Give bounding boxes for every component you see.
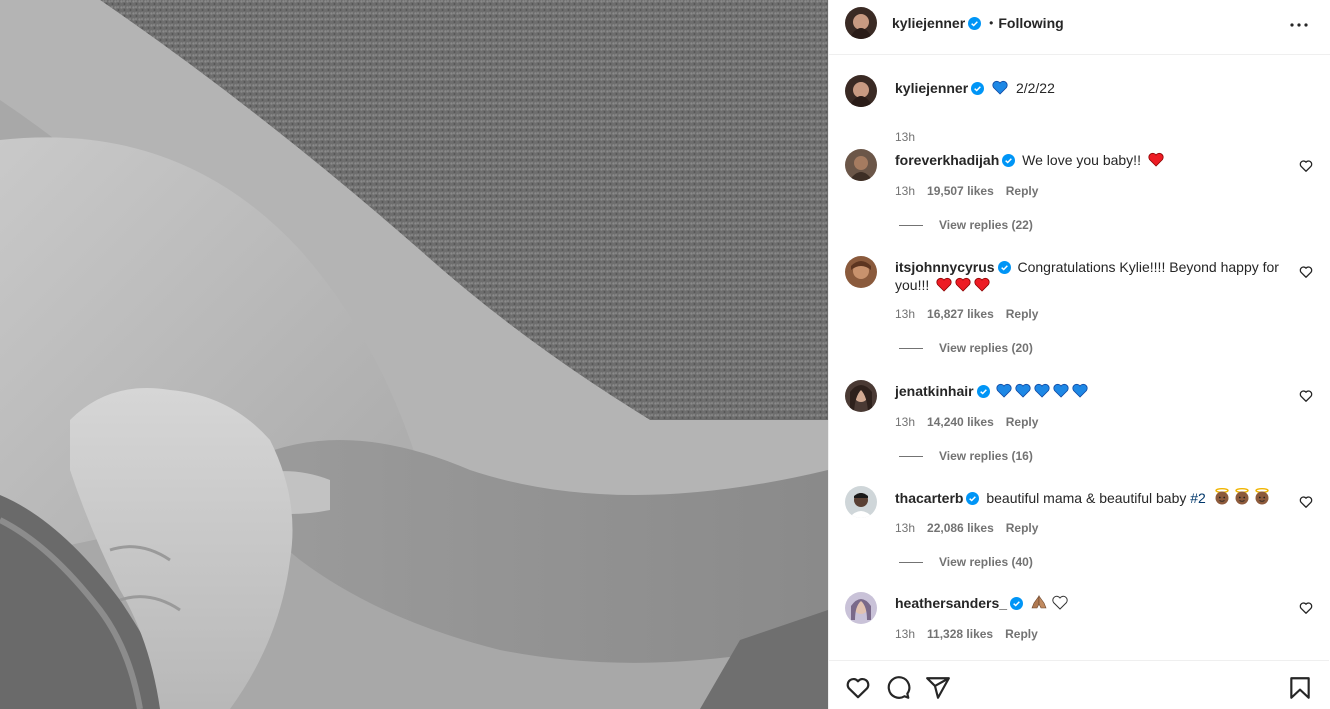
- reply-button[interactable]: Reply: [1006, 184, 1039, 198]
- more-options-icon[interactable]: [1287, 13, 1311, 37]
- like-comment-icon[interactable]: [1299, 159, 1313, 173]
- red-heart-icon: [955, 277, 971, 292]
- baby-angel-icon: [1215, 488, 1229, 505]
- comment-icon[interactable]: [885, 675, 911, 701]
- author-avatar[interactable]: [845, 7, 877, 39]
- view-replies-label: View replies (40): [939, 555, 1033, 569]
- blue-heart-icon: [1053, 383, 1070, 398]
- blue-heart-icon: [996, 383, 1013, 398]
- folded-hands-icon: [1031, 595, 1047, 609]
- comment-username[interactable]: foreverkhadijah: [895, 152, 999, 168]
- comment-likes[interactable]: 19,507 likes: [927, 184, 994, 198]
- blue-heart-icon: [992, 80, 1008, 95]
- verified-badge-icon: [966, 492, 980, 505]
- reply-button[interactable]: Reply: [1006, 415, 1039, 429]
- following-button[interactable]: Following: [998, 15, 1063, 31]
- view-replies-label: View replies (22): [939, 218, 1033, 232]
- comment-item: foreverkhadijah We love you baby!! 13h 1…: [829, 146, 1329, 246]
- baby-angel-icon: [1235, 488, 1249, 505]
- hashtag-link[interactable]: #2: [1190, 490, 1206, 506]
- blue-heart-icon: [1072, 383, 1089, 398]
- verified-badge-icon: [1010, 597, 1024, 610]
- like-comment-icon[interactable]: [1299, 495, 1313, 509]
- verified-badge-icon: [976, 385, 990, 398]
- avatar[interactable]: [845, 149, 877, 181]
- comment-time: 13h: [895, 415, 916, 429]
- comments-list[interactable]: kyliejenner 2/2/22 13h foreverkhadijah W…: [829, 56, 1329, 660]
- verified-badge-icon: [971, 82, 985, 95]
- view-replies-label: View replies (16): [939, 449, 1033, 463]
- comment-likes[interactable]: 11,328 likes: [927, 627, 993, 641]
- view-replies-button[interactable]: View replies (40): [899, 555, 1033, 569]
- view-replies-button[interactable]: View replies (22): [899, 218, 1033, 232]
- comment-time: 13h: [895, 521, 916, 535]
- comment-text: beautiful mama & beautiful baby: [986, 490, 1187, 506]
- caption-time: 13h: [895, 130, 916, 144]
- baby-hand-photo: [0, 0, 828, 709]
- post-actions: [829, 660, 1329, 709]
- comment-likes[interactable]: 22,086 likes: [927, 521, 994, 535]
- comment-username[interactable]: itsjohnnycyrus: [895, 259, 995, 275]
- avatar[interactable]: [845, 486, 877, 518]
- red-heart-icon: [936, 277, 952, 292]
- baby-angel-icon: [1255, 488, 1269, 505]
- post-photo[interactable]: [0, 0, 828, 709]
- comment-time: 13h: [895, 627, 916, 641]
- save-bookmark-icon[interactable]: [1287, 675, 1313, 701]
- caption: kyliejenner 2/2/22 13h: [829, 74, 1329, 144]
- comment-item: itsjohnnycyrus Congratulations Kylie!!!!…: [829, 253, 1329, 363]
- comment-text: We love you baby!!: [1022, 152, 1141, 168]
- replies-divider: [899, 347, 923, 349]
- comment-likes[interactable]: 16,827 likes: [927, 307, 994, 321]
- like-icon[interactable]: [845, 675, 871, 701]
- comment-likes[interactable]: 14,240 likes: [927, 415, 994, 429]
- comment-item: thacarterb beautiful mama & beautiful ba…: [829, 483, 1329, 583]
- view-replies-button[interactable]: View replies (20): [899, 341, 1033, 355]
- caption-text: 2/2/22: [1015, 80, 1055, 96]
- share-icon[interactable]: [925, 675, 951, 701]
- like-comment-icon[interactable]: [1299, 601, 1313, 615]
- comment-username[interactable]: heathersanders_: [895, 595, 1007, 611]
- comments-panel: kyliejenner • Following kyliejenner 2/2/…: [828, 0, 1330, 709]
- post-header: kyliejenner • Following: [829, 0, 1330, 55]
- separator-dot: •: [989, 16, 994, 30]
- view-replies-button[interactable]: View replies (16): [899, 449, 1033, 463]
- angel-emojis: [1213, 488, 1271, 506]
- like-comment-icon[interactable]: [1299, 265, 1313, 279]
- comment-item: heathersanders_ 13h 11,328 likes Reply: [829, 589, 1329, 659]
- comment-time: 13h: [895, 307, 916, 321]
- comment-time: 13h: [895, 184, 916, 198]
- verified-badge-icon: [1002, 154, 1016, 167]
- avatar[interactable]: [845, 380, 877, 412]
- avatar[interactable]: [845, 75, 877, 107]
- verified-badge-icon: [997, 261, 1011, 274]
- avatar[interactable]: [845, 592, 877, 624]
- red-heart-icon: [974, 277, 990, 292]
- white-heart-icon: [1052, 595, 1068, 610]
- avatar[interactable]: [845, 256, 877, 288]
- view-replies-label: View replies (20): [939, 341, 1033, 355]
- reply-button[interactable]: Reply: [1006, 307, 1039, 321]
- reply-button[interactable]: Reply: [1005, 627, 1038, 641]
- author-username[interactable]: kyliejenner: [892, 15, 965, 31]
- comment-username[interactable]: jenatkinhair: [895, 383, 974, 399]
- post-viewer: kyliejenner • Following kyliejenner 2/2/…: [0, 0, 1330, 709]
- verified-badge-icon: [968, 16, 982, 30]
- replies-divider: [899, 455, 923, 457]
- replies-divider: [899, 561, 923, 563]
- caption-username[interactable]: kyliejenner: [895, 80, 968, 96]
- comment-username[interactable]: thacarterb: [895, 490, 963, 506]
- blue-heart-icon: [1015, 383, 1032, 398]
- blue-heart-icon: [1034, 383, 1051, 398]
- like-comment-icon[interactable]: [1299, 389, 1313, 403]
- comment-item: jenatkinhair 13h 14,240 likes Reply View…: [829, 377, 1329, 477]
- blue-hearts: [996, 383, 1089, 399]
- red-heart-icon: [1148, 152, 1164, 167]
- reply-button[interactable]: Reply: [1006, 521, 1039, 535]
- replies-divider: [899, 224, 923, 226]
